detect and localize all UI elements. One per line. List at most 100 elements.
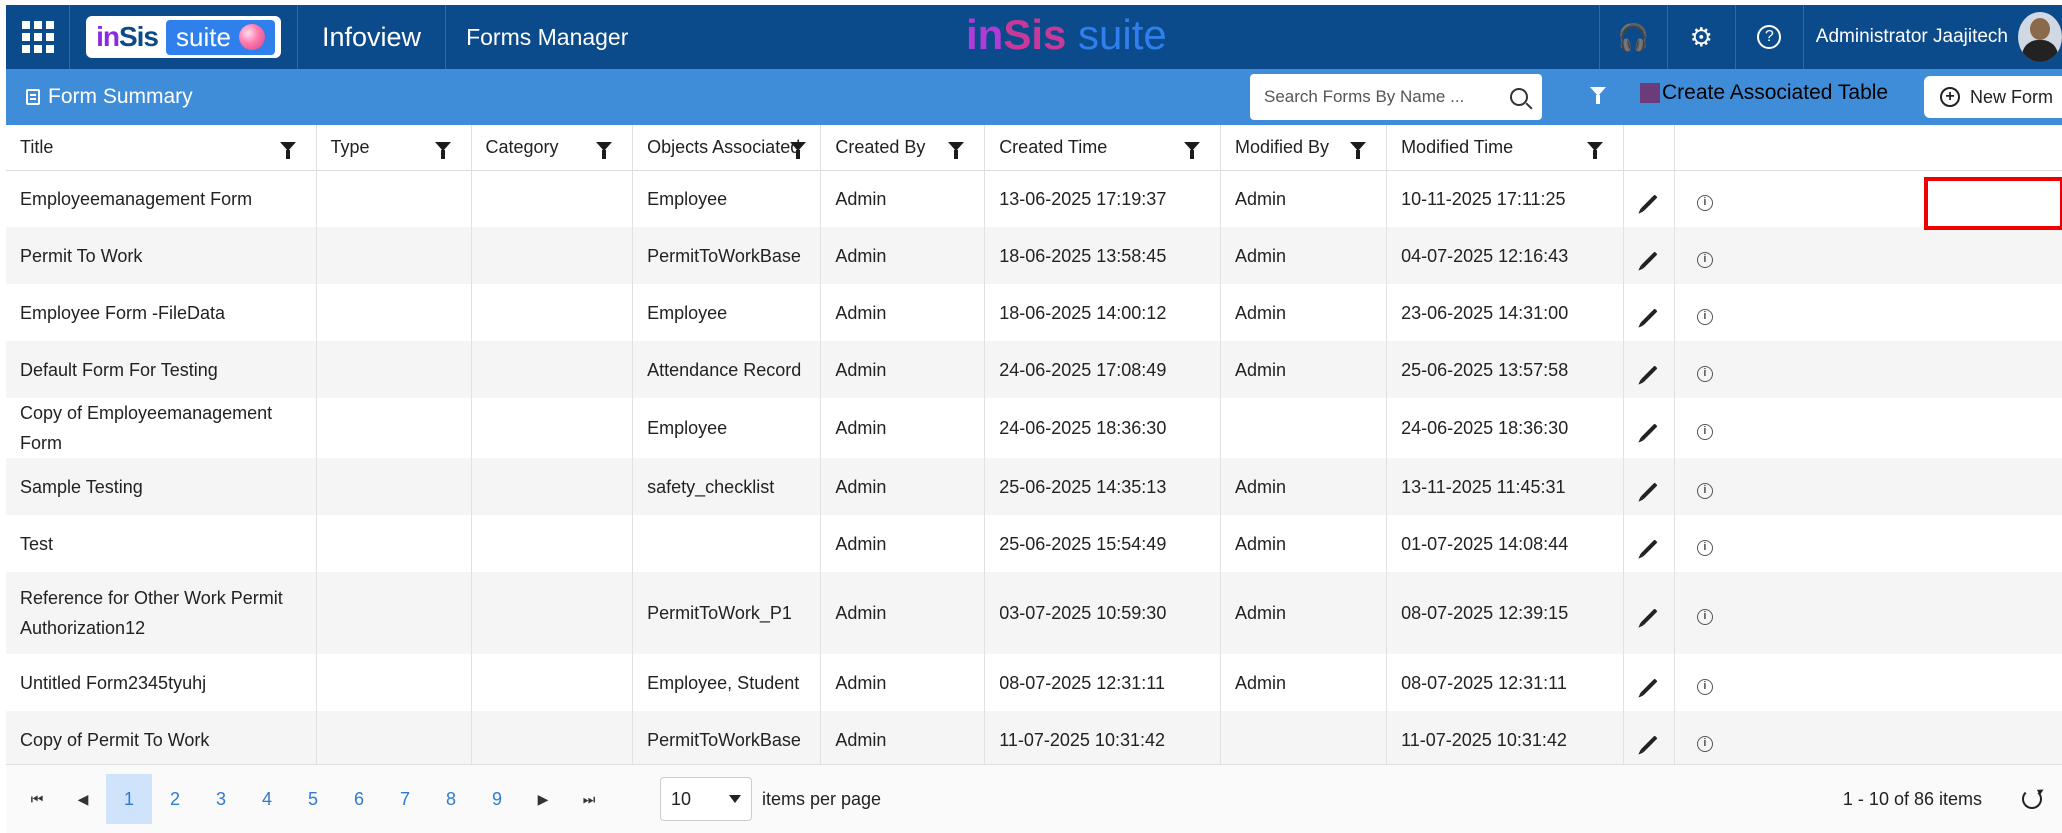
table-cell (316, 341, 472, 398)
page-number-button[interactable]: 4 (244, 774, 290, 824)
page-number-button[interactable]: 5 (290, 774, 336, 824)
page-number-button[interactable]: 3 (198, 774, 244, 824)
page-number-button[interactable]: 9 (474, 774, 520, 824)
app-title[interactable]: Infoview (298, 5, 447, 69)
column-header-title[interactable]: Title (6, 125, 317, 171)
search-icon[interactable] (1510, 88, 1528, 106)
refresh-icon[interactable] (2022, 789, 2042, 809)
table-cell (471, 398, 634, 458)
support-button[interactable]: 🎧 (1598, 5, 1667, 69)
edit-button[interactable] (1623, 170, 1675, 227)
info-icon: i (1696, 424, 1713, 440)
pencil-icon (1640, 251, 1658, 268)
center-logo-suite: suite (1078, 11, 1167, 58)
info-button[interactable]: i (1674, 458, 2062, 515)
edit-button[interactable] (1623, 711, 1675, 768)
apps-grid-icon (21, 21, 54, 53)
table-cell: PermitToWorkBase (632, 227, 822, 284)
pencil-icon (1640, 735, 1658, 752)
edit-button[interactable] (1623, 572, 1675, 654)
broken-image-icon (1640, 83, 1660, 103)
table-row[interactable]: Test Admin 25-06-2025 15:54:49 Admin 01-07-2… (6, 515, 2062, 572)
edit-button[interactable] (1623, 227, 1675, 284)
table-row[interactable]: Default Form For Testing Attendance Recor… (6, 341, 2062, 398)
table-row[interactable]: Employee Form -FileData Employee Admin 18-0… (6, 284, 2062, 341)
prev-page-button[interactable]: ◀ (60, 791, 106, 808)
info-button[interactable]: i (1674, 284, 2062, 341)
last-page-button[interactable]: ⏭ (566, 791, 612, 808)
search-forms-input[interactable]: Search Forms By Name ... (1250, 74, 1542, 120)
filter-icon[interactable] (434, 142, 451, 159)
apps-button[interactable] (6, 5, 70, 69)
table-cell (471, 458, 634, 515)
info-button[interactable]: i (1674, 711, 2062, 768)
table-row[interactable]: Permit To Work PermitToWorkBase Admin 18-06… (6, 227, 2062, 284)
filter-icon[interactable] (790, 142, 807, 159)
table-cell: Employee (632, 398, 822, 458)
table-row[interactable]: Employeemanagement Form Employee Admin 13-0… (6, 170, 2062, 227)
info-button[interactable]: i (1674, 227, 2062, 284)
table-row[interactable]: Copy of Employeemanagement Form Employee A… (6, 398, 2062, 458)
edit-button[interactable] (1623, 341, 1675, 398)
table-row[interactable]: Copy of Permit To Work PermitToWorkBase Ad… (6, 711, 2062, 768)
filter-icon[interactable] (279, 142, 296, 159)
first-page-button[interactable]: ⏮ (14, 791, 60, 808)
table-cell: 01-07-2025 14:08:44 (1386, 515, 1624, 572)
column-header-objects-associated[interactable]: Objects Associated (632, 125, 822, 171)
info-icon: i (1696, 194, 1713, 211)
filter-icon[interactable] (948, 142, 965, 159)
table-row[interactable]: Untitled Form2345tyuhj Employee, Student A… (6, 654, 2062, 711)
filter-icon[interactable] (596, 142, 613, 159)
filter-icon[interactable] (1586, 142, 1603, 159)
edit-button[interactable] (1623, 398, 1675, 458)
column-header-type[interactable]: Type (316, 125, 472, 171)
column-header-created-by[interactable]: Created By (820, 125, 986, 171)
info-button[interactable]: i (1674, 341, 2062, 398)
help-button[interactable]: ? (1734, 5, 1803, 69)
brand-logo-sis: Sis (118, 21, 159, 52)
info-button[interactable]: i (1674, 654, 2062, 711)
info-icon: i (1696, 609, 1713, 625)
info-button[interactable]: i (1674, 398, 2062, 458)
user-menu[interactable]: Administrator Jaajitech (1802, 5, 2062, 69)
info-icon: i (1696, 251, 1713, 268)
column-header-modified-time[interactable]: Modified Time (1386, 125, 1624, 171)
edit-button[interactable] (1623, 654, 1675, 711)
filter-button[interactable] (1590, 83, 1606, 104)
info-button[interactable]: i (1674, 572, 2062, 654)
settings-button[interactable]: ⚙ (1666, 5, 1735, 69)
brand-logo-area[interactable]: inSis suite (70, 5, 298, 69)
column-header-modified-by[interactable]: Modified By (1220, 125, 1388, 171)
table-cell: 10-11-2025 17:11:25 (1386, 170, 1624, 227)
page-number-button[interactable]: 1 (106, 774, 152, 824)
table-row[interactable]: Reference for Other Work Permit Authoriz… (6, 572, 2062, 654)
create-associated-table-button[interactable]: Create Associated Table (1640, 81, 1888, 105)
edit-button[interactable] (1623, 515, 1675, 572)
table-cell (1220, 711, 1388, 768)
pencil-icon (1640, 308, 1658, 325)
grid-header-row: Title Type Category Objects Associated C… (6, 125, 2062, 171)
page-number-button[interactable]: 7 (382, 774, 428, 824)
page-number-button[interactable]: 6 (336, 774, 382, 824)
page-size-select[interactable]: 10 (660, 777, 752, 821)
table-cell: 23-06-2025 14:31:00 (1386, 284, 1624, 341)
next-page-button[interactable]: ▶ (520, 791, 566, 808)
edit-button[interactable] (1623, 284, 1675, 341)
table-cell: Reference for Other Work Permit Authoriz… (6, 572, 317, 654)
table-cell: 24-06-2025 18:36:30 (1386, 398, 1624, 458)
table-cell: 24-06-2025 18:36:30 (984, 398, 1221, 458)
table-cell: Admin (1220, 170, 1388, 227)
column-header-created-time[interactable]: Created Time (984, 125, 1221, 171)
new-form-button[interactable]: + New Form (1924, 76, 2062, 118)
filter-icon[interactable] (1184, 142, 1200, 159)
table-cell: 08-07-2025 12:31:11 (984, 654, 1221, 711)
info-button[interactable]: i (1674, 515, 2062, 572)
edit-button[interactable] (1623, 458, 1675, 515)
column-header-label: Modified By (1235, 136, 1330, 157)
page-number-button[interactable]: 8 (428, 774, 474, 824)
filter-icon[interactable] (1350, 142, 1367, 159)
table-row[interactable]: Sample Testing safety_checklist Admin 25-06… (6, 458, 2062, 515)
document-icon (26, 89, 40, 105)
column-header-category[interactable]: Category (471, 125, 634, 171)
page-number-button[interactable]: 2 (152, 774, 198, 824)
